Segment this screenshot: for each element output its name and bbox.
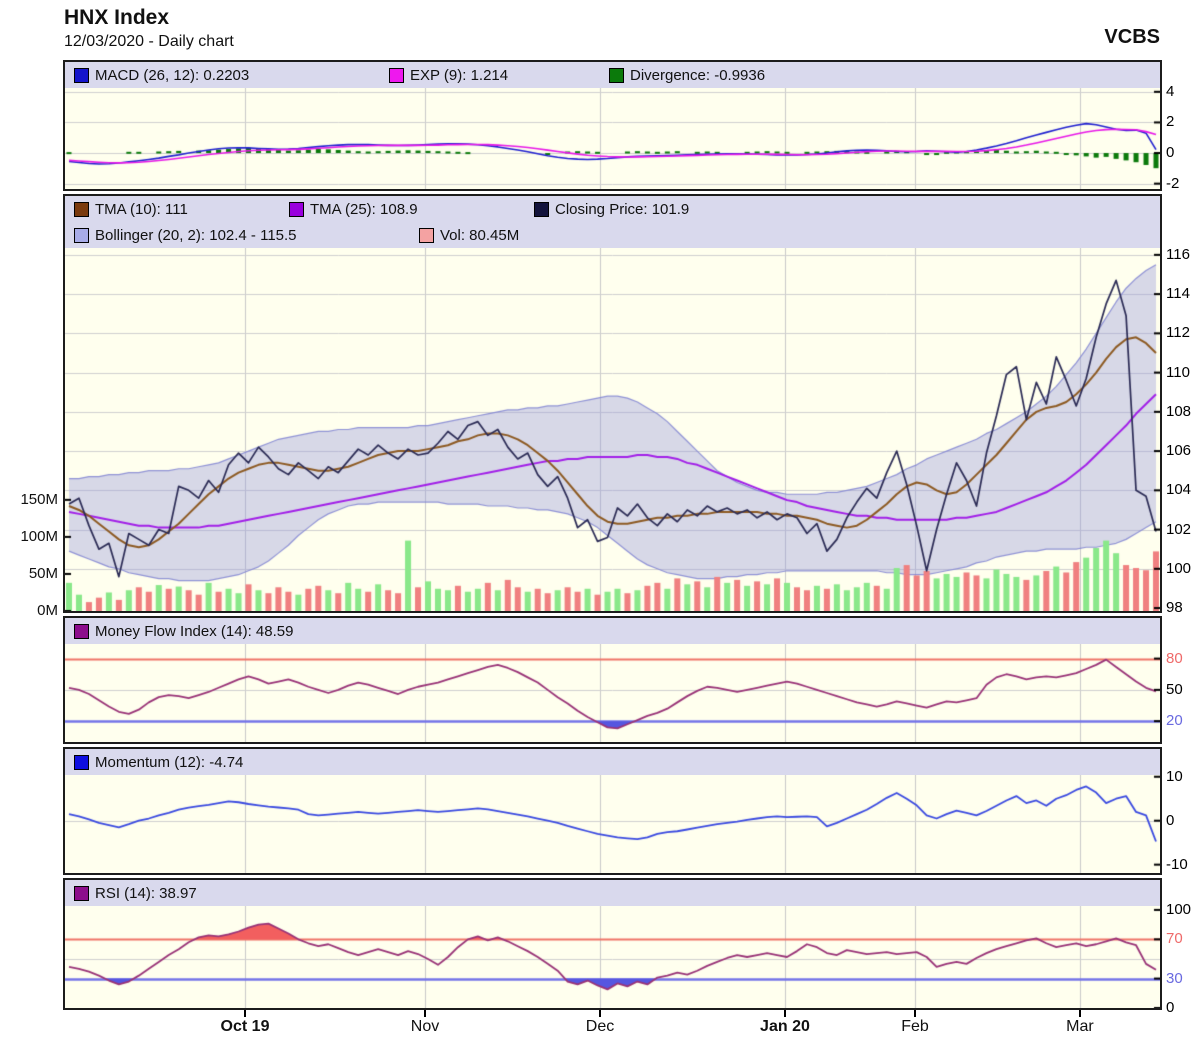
y-tick-label: 102 [1166, 520, 1192, 538]
rsi-legend-item: RSI (14): 38.97 [74, 885, 197, 902]
rsi-swatch-icon [74, 885, 89, 901]
y-tick-label: 110 [1166, 363, 1190, 381]
x-month-label: Dec [585, 1018, 615, 1035]
rsi-legend-label: RSI (14): 38.97 [95, 884, 197, 902]
exp-legend-label: EXP (9): 1.214 [410, 66, 509, 84]
y-tick-label: 10 [1166, 767, 1183, 785]
macd-panel: MACD (26, 12): 0.2203 EXP (9): 1.214 Div… [63, 60, 1162, 191]
page-title: HNX Index [64, 6, 170, 29]
y-tick-label: 100 [1166, 900, 1192, 918]
momentum-panel: Momentum (12): -4.74 [63, 747, 1162, 875]
closing-price-legend-label: Closing Price: 101.9 [555, 200, 690, 218]
y-tick-label: 80 [1166, 649, 1183, 667]
momentum-legend: Momentum (12): -4.74 [65, 749, 1160, 775]
exp-swatch-icon [389, 67, 404, 83]
price-legend-row2: Bollinger (20, 2): 102.4 - 115.5 Vol: 80… [65, 222, 1160, 248]
closing-price-swatch-icon [534, 201, 549, 217]
y-tick-label: -10 [1166, 855, 1188, 873]
momentum-legend-label: Momentum (12): -4.74 [95, 753, 244, 771]
x-month-label: Jan 20 [760, 1018, 810, 1035]
y-tick-label: 0 [1166, 999, 1175, 1016]
macd-swatch-icon [74, 67, 89, 83]
mfi-plot-canvas [65, 644, 1160, 742]
y-tick-label: -2 [1166, 174, 1180, 192]
y-tick-label: 112 [1166, 324, 1190, 342]
tma25-legend-item: TMA (25): 108.9 [289, 201, 534, 218]
y-tick-label: 2 [1166, 113, 1175, 131]
x-tick-mark [599, 1010, 602, 1017]
mfi-swatch-icon [74, 623, 89, 639]
momentum-legend-item: Momentum (12): -4.74 [74, 754, 243, 771]
y-tick-label: 20 [1166, 712, 1183, 730]
y-tick-label: 0 [1166, 811, 1175, 829]
volume-tick-label: 150M [20, 490, 58, 508]
y-tick-label: 50 [1166, 680, 1183, 698]
y-tick-label: 98 [1166, 599, 1183, 617]
rsi-legend: RSI (14): 38.97 [65, 880, 1160, 906]
price-legend-row1: TMA (10): 111 TMA (25): 108.9 Closing Pr… [65, 196, 1160, 222]
y-tick-label: 116 [1166, 245, 1190, 263]
rsi-panel: RSI (14): 38.97 [63, 878, 1162, 1010]
closing-price-legend-item: Closing Price: 101.9 [534, 201, 689, 218]
y-tick-label: 4 [1166, 82, 1175, 100]
macd-plot-canvas [65, 88, 1160, 189]
y-tick-label: 0 [1166, 144, 1175, 162]
y-tick-label: 114 [1166, 285, 1190, 303]
bollinger-legend-label: Bollinger (20, 2): 102.4 - 115.5 [95, 226, 297, 244]
x-tick-mark [424, 1010, 427, 1017]
bollinger-swatch-icon [74, 227, 89, 243]
y-tick-label: 30 [1166, 969, 1183, 987]
volume-tick-label: 0M [37, 602, 58, 619]
y-tick-label: 108 [1166, 402, 1192, 420]
tma25-legend-label: TMA (25): 108.9 [310, 200, 418, 218]
tma10-legend-item: TMA (10): 111 [74, 201, 289, 218]
tma10-legend-label: TMA (10): 111 [95, 200, 188, 218]
volume-tick-label: 50M [28, 564, 58, 582]
volume-tick-label: 100M [20, 527, 58, 545]
momentum-plot-canvas [65, 775, 1160, 873]
divergence-legend-label: Divergence: -0.9936 [630, 66, 766, 84]
x-tick-mark [914, 1010, 917, 1017]
price-legend: TMA (10): 111 TMA (25): 108.9 Closing Pr… [65, 196, 1160, 248]
x-month-label: Feb [901, 1018, 929, 1035]
macd-legend-label: MACD (26, 12): 0.2203 [95, 66, 250, 84]
y-tick-label: 104 [1166, 481, 1192, 499]
x-month-label: Nov [410, 1018, 440, 1035]
divergence-legend-item: Divergence: -0.9936 [609, 67, 765, 84]
volume-legend-item: Vol: 80.45M [419, 227, 519, 244]
brand-logo-text: VCBS [1104, 26, 1160, 48]
price-plot-canvas [65, 248, 1160, 611]
tma10-swatch-icon [74, 201, 89, 217]
mfi-legend-label: Money Flow Index (14): 48.59 [95, 622, 294, 640]
chart-page: HNX Index 12/03/2020 - Daily chart VCBS … [0, 0, 1200, 1050]
mfi-legend: Money Flow Index (14): 48.59 [65, 618, 1160, 644]
mfi-panel: Money Flow Index (14): 48.59 [63, 616, 1162, 744]
x-tick-mark [244, 1010, 247, 1017]
macd-legend-item: MACD (26, 12): 0.2203 [74, 67, 389, 84]
x-tick-mark [783, 1010, 786, 1017]
volume-legend-label: Vol: 80.45M [440, 226, 520, 244]
x-month-label: Oct 19 [220, 1018, 270, 1035]
macd-legend: MACD (26, 12): 0.2203 EXP (9): 1.214 Div… [65, 62, 1160, 88]
tma25-swatch-icon [289, 201, 304, 217]
rsi-plot-canvas [65, 906, 1160, 1008]
y-tick-label: 70 [1166, 930, 1183, 948]
y-tick-label: 106 [1166, 442, 1192, 460]
bollinger-legend-item: Bollinger (20, 2): 102.4 - 115.5 [74, 227, 419, 244]
momentum-swatch-icon [74, 754, 89, 770]
price-panel: TMA (10): 111 TMA (25): 108.9 Closing Pr… [63, 194, 1162, 613]
mfi-legend-item: Money Flow Index (14): 48.59 [74, 623, 293, 640]
x-tick-mark [1078, 1010, 1081, 1017]
y-tick-label: 100 [1166, 559, 1192, 577]
divergence-swatch-icon [609, 67, 624, 83]
x-month-label: Mar [1066, 1018, 1094, 1035]
volume-swatch-icon [419, 227, 434, 243]
exp-legend-item: EXP (9): 1.214 [389, 67, 609, 84]
chart-date-subtitle: 12/03/2020 - Daily chart [64, 33, 234, 50]
